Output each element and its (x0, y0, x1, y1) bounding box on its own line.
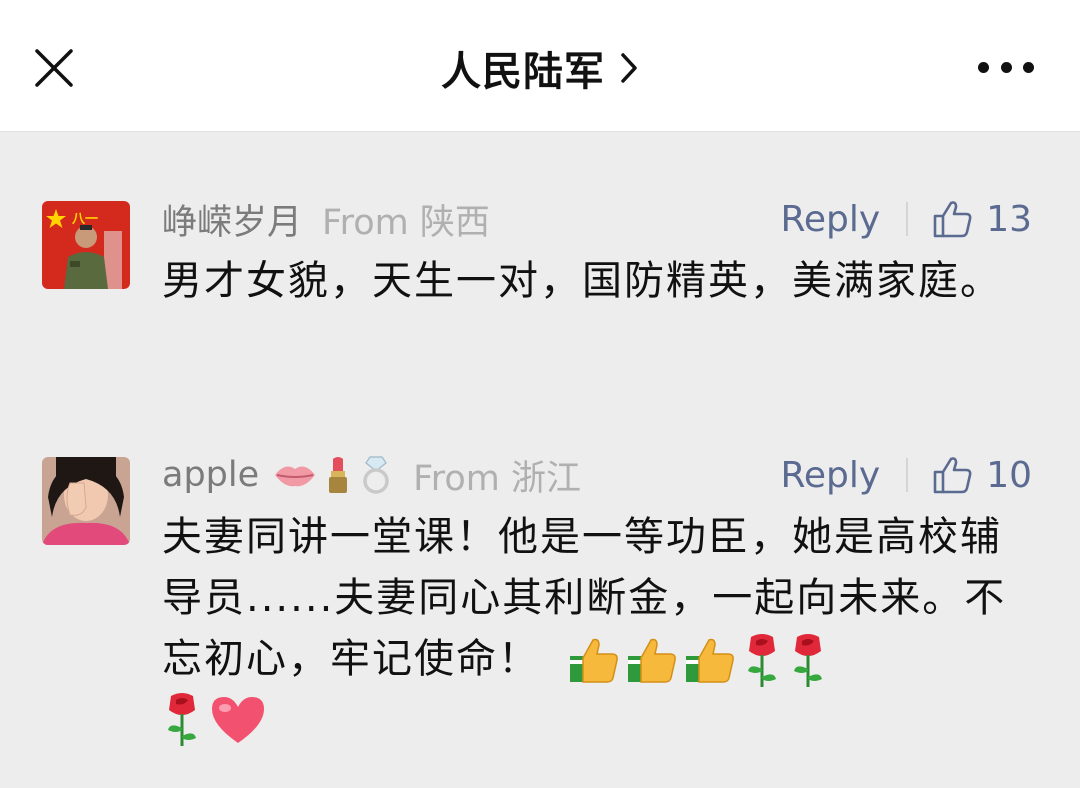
avatar-emblem-text: 八一 (71, 212, 98, 227)
reply-button[interactable]: Reply (780, 199, 880, 240)
like-count: 13 (986, 198, 1032, 240)
reply-button[interactable]: Reply (780, 455, 880, 496)
divider (906, 202, 909, 236)
comment-text-block: 夫妻同讲一堂课！他是一等功臣，她是高校辅导员......夫妻同心其利断金，一起向… (162, 507, 1022, 748)
thumbs-up-icon (933, 457, 972, 494)
red-heart-emoji-icon (212, 697, 264, 743)
rose-emoji-icon (748, 634, 776, 687)
avatar[interactable]: 八一 (42, 201, 130, 289)
commenter-location: From 浙江 (413, 458, 581, 499)
thumbs-up-emoji-icon (628, 638, 676, 683)
nickname-emojis (273, 455, 393, 495)
commenter-name[interactable]: 峥嵘岁月 (162, 194, 302, 245)
chevron-right-icon[interactable] (619, 51, 639, 85)
thumbs-up-icon (933, 201, 972, 238)
divider (906, 458, 909, 492)
thumbs-up-emoji-icon (686, 638, 734, 683)
comment-emojis (568, 633, 828, 689)
ring-emoji-icon (363, 456, 389, 494)
rose-emoji-icon (794, 634, 822, 687)
commenter-name[interactable]: apple (162, 455, 259, 495)
more-dot (978, 61, 989, 73)
like-button[interactable]: 13 (932, 198, 1032, 240)
comment-emojis-line2 (162, 692, 1022, 748)
comment-text: 男才女貌，天生一对，国防精英，美满家庭。 (162, 258, 1002, 304)
more-dot (1000, 61, 1012, 73)
like-button[interactable]: 10 (932, 454, 1032, 496)
rose-emoji-icon (168, 693, 196, 746)
lips-emoji-icon (275, 466, 316, 487)
commenter-location: From 陕西 (322, 202, 490, 243)
page-title[interactable]: 人民陆军 (441, 39, 605, 97)
lipstick-emoji-icon (329, 457, 348, 493)
more-dot (1023, 61, 1034, 73)
thumbs-up-emoji-icon (570, 638, 618, 683)
more-options-button[interactable] (978, 52, 1034, 82)
top-bar: 人民陆军 (0, 0, 1080, 132)
like-count: 10 (986, 454, 1032, 496)
avatar[interactable] (42, 457, 130, 545)
